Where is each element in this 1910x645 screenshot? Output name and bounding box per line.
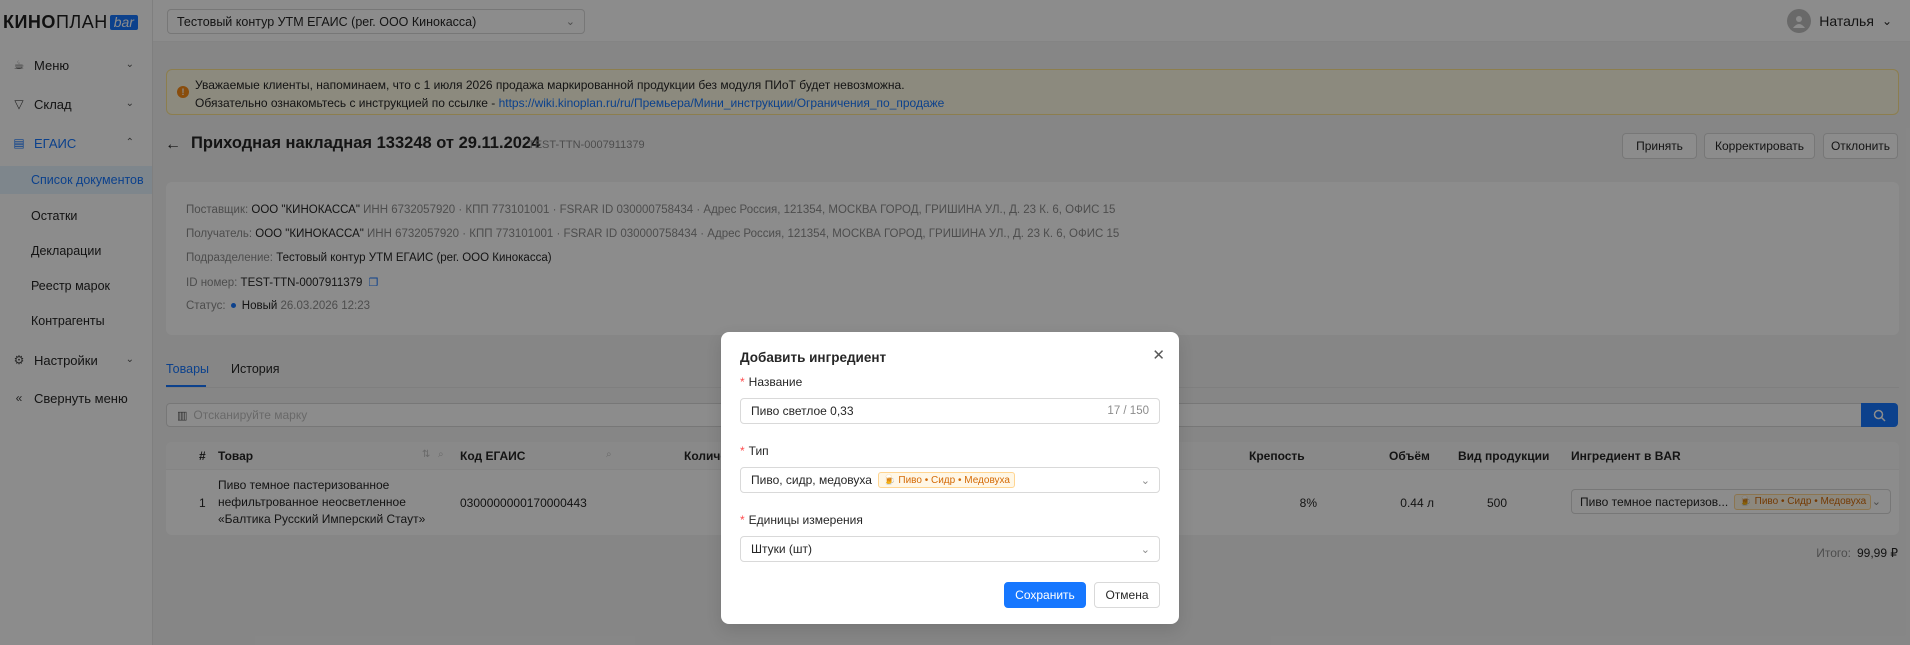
name-input[interactable]: Пиво светлое 0,33 17 / 150 <box>740 398 1160 424</box>
cancel-button[interactable]: Отмена <box>1094 582 1160 608</box>
name-label: * Название <box>740 375 803 389</box>
unit-value: Штуки (шт) <box>751 542 813 556</box>
type-value: Пиво, сидр, медовуха <box>751 473 872 487</box>
chevron-down-icon: ⌄ <box>1140 543 1150 556</box>
unit-label: * Единицы измерения <box>740 513 863 527</box>
chevron-down-icon: ⌄ <box>1140 474 1150 487</box>
save-button[interactable]: Сохранить <box>1004 582 1086 608</box>
name-value: Пиво светлое 0,33 <box>751 404 854 418</box>
close-icon[interactable]: ✕ <box>1152 346 1165 364</box>
type-label: * Тип <box>740 444 769 458</box>
name-char-count: 17 / 150 <box>1107 405 1149 417</box>
type-tag-text: Пиво • Сидр • Медовуха <box>898 474 1010 486</box>
type-select[interactable]: Пиво, сидр, медовуха 🍺 Пиво • Сидр • Медо… <box>740 467 1160 493</box>
type-tag: 🍺 Пиво • Сидр • Медовуха <box>877 472 1015 488</box>
add-ingredient-modal: Добавить ингредиент ✕ * Название Пиво све… <box>721 332 1179 624</box>
modal-title: Добавить ингредиент <box>740 350 887 365</box>
beer-icon: 🍺 <box>882 474 896 486</box>
unit-select[interactable]: Штуки (шт) ⌄ <box>740 536 1160 562</box>
